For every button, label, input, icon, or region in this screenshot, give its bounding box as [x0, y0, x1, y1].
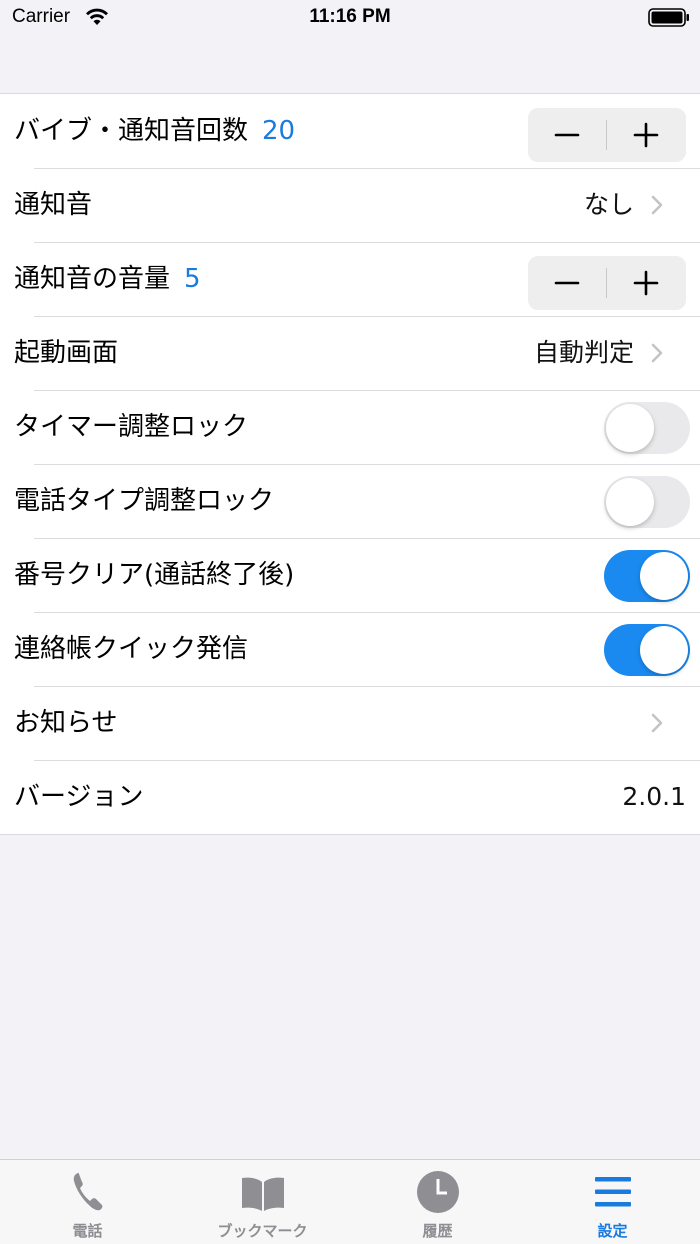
setting-label: 通知音	[14, 168, 92, 242]
setting-label: 通知音の音量 5	[14, 242, 201, 316]
setting-label-text: バイブ・通知音回数	[14, 116, 249, 146]
increment-button[interactable]	[607, 256, 686, 310]
chevron-right-icon	[651, 343, 663, 363]
clock-icon	[417, 1171, 459, 1213]
setting-label: お知らせ	[14, 686, 117, 760]
tab-menu[interactable]: 設定	[525, 1160, 700, 1244]
version-value: 2.0.1	[622, 782, 686, 811]
status-bar: Carrier 11:16 PM	[0, 0, 700, 40]
settings-row: 通知音の音量 5	[0, 242, 700, 316]
setting-label: バイブ・通知音回数 20	[14, 94, 295, 168]
menu-icon	[595, 1177, 631, 1207]
setting-count-value: 5	[184, 264, 201, 294]
setting-label: 起動画面	[14, 316, 118, 390]
chevron-right-icon	[651, 195, 663, 215]
battery-icon	[648, 8, 689, 27]
settings-row: 電話タイプ調整ロック	[0, 464, 700, 538]
settings-row: 連絡帳クイック発信	[0, 612, 700, 686]
settings-row: タイマー調整ロック	[0, 390, 700, 464]
toggle-switch[interactable]	[604, 476, 690, 528]
setting-label-text: お知らせ	[14, 708, 118, 738]
tab-phone[interactable]: 電話	[0, 1160, 175, 1244]
setting-label: 番号クリア(通話終了後)	[14, 538, 294, 612]
minus-icon	[554, 281, 580, 285]
tab-label: 設定	[597, 1222, 628, 1240]
tab-bar: 電話 ブックマーク 履歴 設定	[0, 1159, 700, 1244]
setting-label-text: バージョン	[14, 782, 144, 812]
toggle-switch[interactable]	[604, 550, 690, 602]
setting-value: なし	[583, 190, 634, 219]
toggle-knob	[606, 404, 654, 452]
increment-button[interactable]	[607, 108, 686, 162]
tab-clock[interactable]: 履歴	[350, 1160, 525, 1244]
setting-value: 自動判定	[533, 338, 634, 367]
setting-label-text: 電話タイプ調整ロック	[14, 486, 275, 516]
toggle-knob	[640, 626, 688, 674]
stepper	[528, 108, 686, 162]
settings-list: バイブ・通知音回数 20 通知音 なし通知音の音量 5 起動画面 自動判定タイマー調整ロック…	[0, 93, 700, 835]
plus-icon	[633, 122, 659, 148]
decrement-button[interactable]	[528, 108, 607, 162]
setting-count-value: 20	[262, 116, 296, 146]
setting-label: バージョン	[14, 760, 143, 834]
settings-row: 番号クリア(通話終了後)	[0, 538, 700, 612]
tab-label: ブックマーク	[217, 1222, 308, 1240]
tab-label: 履歴	[422, 1222, 453, 1240]
settings-row[interactable]: 起動画面 自動判定	[0, 316, 700, 390]
toggle-switch[interactable]	[604, 402, 690, 454]
settings-row[interactable]: お知らせ	[0, 686, 700, 760]
toggle-knob	[606, 478, 654, 526]
settings-row[interactable]: 通知音 なし	[0, 168, 700, 242]
setting-label-text: タイマー調整ロック	[14, 412, 249, 442]
settings-row: バイブ・通知音回数 20	[0, 94, 700, 168]
setting-label: 連絡帳クイック発信	[14, 612, 248, 686]
phone-icon	[73, 1172, 103, 1211]
setting-label-text: 通知音の音量	[14, 264, 171, 294]
plus-icon	[633, 270, 659, 296]
chevron-right-icon	[651, 713, 663, 733]
toggle-switch[interactable]	[604, 624, 690, 676]
setting-label-text: 番号クリア(通話終了後)	[14, 560, 295, 590]
tab-book[interactable]: ブックマーク	[175, 1160, 350, 1244]
setting-label-text: 連絡帳クイック発信	[14, 634, 249, 664]
stepper	[528, 256, 686, 310]
setting-label: タイマー調整ロック	[14, 390, 248, 464]
minus-icon	[554, 133, 580, 137]
setting-label-text: 通知音	[14, 190, 93, 220]
status-time: 11:16 PM	[309, 6, 391, 27]
settings-row: バージョン 2.0.1	[0, 760, 700, 834]
book-icon	[242, 1177, 284, 1211]
decrement-button[interactable]	[528, 256, 607, 310]
setting-label: 電話タイプ調整ロック	[14, 464, 274, 538]
toggle-knob	[640, 552, 688, 600]
tab-label: 電話	[72, 1222, 103, 1240]
setting-label-text: 起動画面	[14, 338, 119, 368]
